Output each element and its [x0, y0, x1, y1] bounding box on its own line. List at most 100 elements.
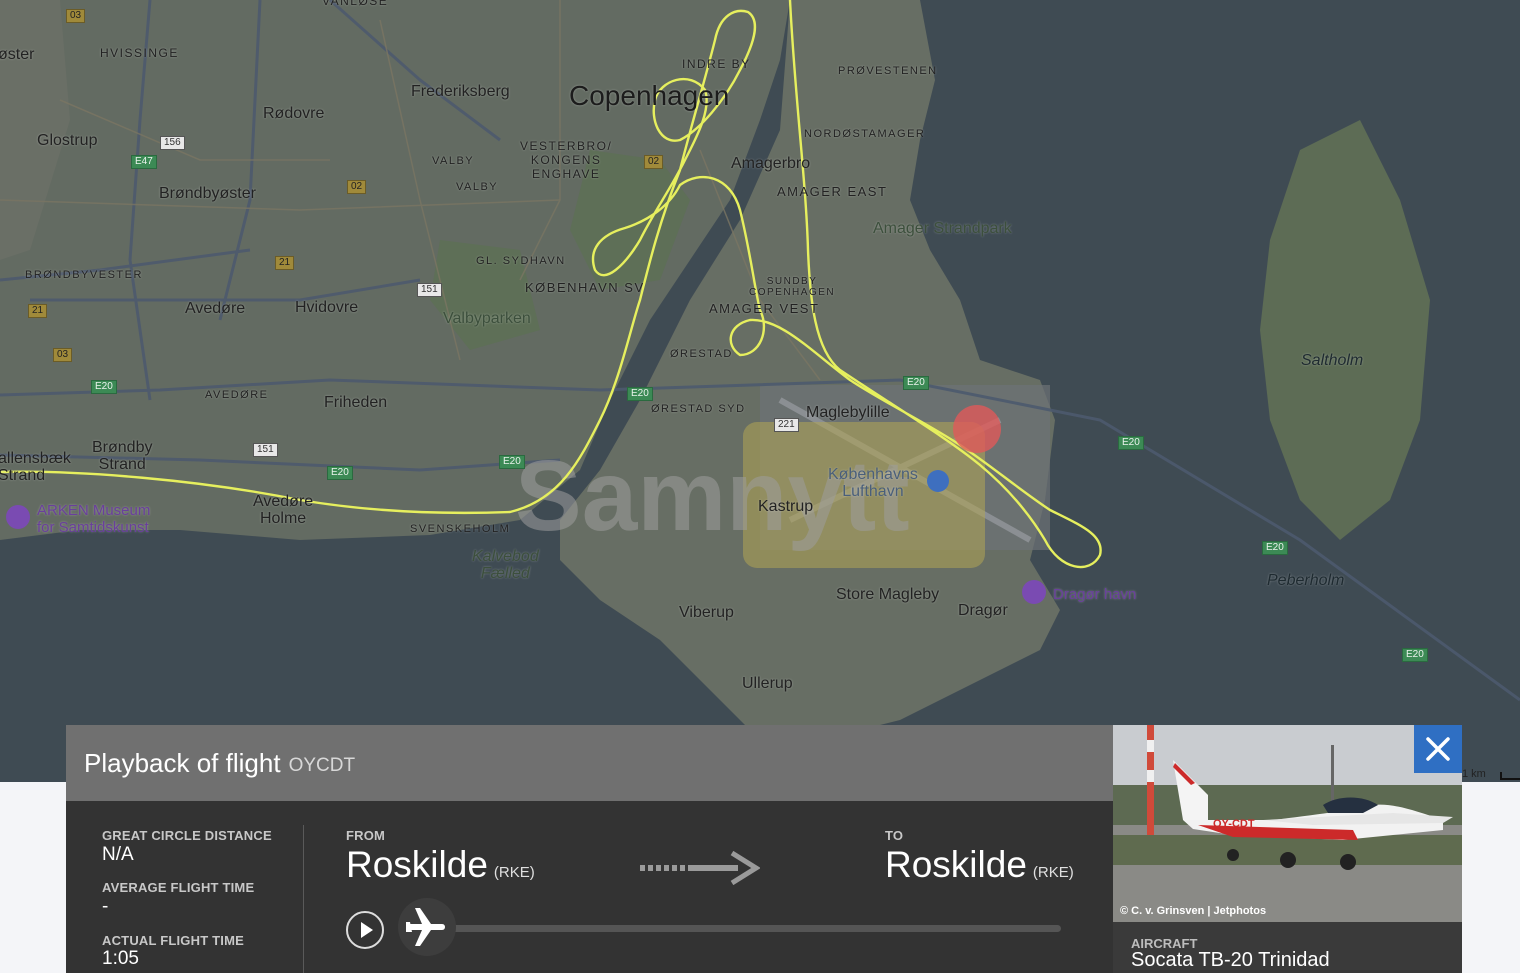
panel-title: Playback of flight — [84, 747, 281, 778]
label-kalvebod: Kalvebod Fælled — [472, 548, 539, 582]
label-valbyparken: Valbyparken — [443, 310, 531, 327]
label-copenhagen: Copenhagen — [569, 80, 730, 111]
label-orestad: ØRESTAD — [670, 348, 733, 360]
label-orestad-syd: ØRESTAD SYD — [651, 403, 746, 415]
actual-flight-time-label: ACTUAL FLIGHT TIME — [102, 933, 245, 948]
label-brondby-strand: Brøndby Strand — [92, 439, 153, 473]
road-shield: 02 — [347, 180, 367, 194]
label-viberup: Viberup — [679, 604, 734, 621]
aircraft-photo[interactable]: OY-CDT — [1113, 725, 1462, 922]
avg-flight-time-value: - — [102, 896, 109, 917]
playback-progress-track[interactable] — [431, 925, 1061, 932]
label-peberholm: Peberholm — [1267, 572, 1345, 589]
playback-panel: Playback of flight OYCDT GREAT CIRCLE DI… — [66, 725, 1113, 973]
map-scale-label: 1 km — [1462, 768, 1486, 780]
great-circle-value: N/A — [102, 844, 134, 865]
label-kobenhavns-lufthavn: Københavns Lufthavn — [828, 466, 918, 500]
label-dragor-havn[interactable]: Dragør havn — [1053, 586, 1136, 603]
to-airport: Roskilde (RKE) — [885, 844, 1074, 886]
label-saltholm: Saltholm — [1301, 352, 1364, 369]
label-avedore-holme: Avedøre Holme — [253, 493, 314, 527]
play-button[interactable] — [346, 911, 384, 949]
panel-header: Playback of flight OYCDT — [66, 725, 1113, 801]
label-amager-strandpark: Amager Strandpark — [873, 220, 1012, 237]
flight-registration: OYCDT — [288, 755, 356, 776]
road-shield: 21 — [275, 256, 295, 270]
label-provestenen: PRØVESTENEN — [838, 65, 938, 77]
label-friheden: Friheden — [324, 394, 388, 411]
label-sundby: SUNDBY COPENHAGEN — [749, 276, 836, 298]
label-store-magleby: Store Magleby — [836, 586, 940, 603]
from-code: (RKE) — [493, 864, 535, 881]
label-nordostamager: NORDØSTAMAGER — [804, 128, 926, 140]
road-shield: E20 — [1118, 436, 1144, 450]
airplane-icon — [406, 908, 445, 946]
road-shield: 03 — [53, 348, 73, 362]
label-rodovre: Rødovre — [263, 105, 325, 122]
road-shield: E20 — [499, 455, 525, 469]
road-shield: 151 — [253, 443, 278, 457]
road-shield: E20 — [627, 387, 653, 401]
label-kobenhavn-sv: KØBENHAVN SV — [525, 280, 645, 295]
road-shield: E20 — [1262, 541, 1288, 555]
label-arken[interactable]: ARKEN Museum for Samtidskunst — [37, 502, 150, 536]
avg-flight-time-label: AVERAGE FLIGHT TIME — [102, 880, 255, 895]
actual-flight-time-value: 1:05 — [102, 948, 139, 969]
label-valby-2: VALBY — [456, 181, 499, 193]
label-valby-1: VALBY — [432, 155, 475, 167]
label-oster: øster — [0, 46, 35, 63]
road-shield: 02 — [644, 155, 664, 169]
label-avedore-district: AVEDØRE — [205, 389, 269, 401]
label-amagerbro: Amagerbro — [731, 155, 811, 172]
aircraft-photo-panel: OY-CDT © C. v. Grinsven | Jetphotos AIRC… — [1113, 725, 1462, 973]
road-shield: 221 — [774, 418, 799, 432]
road-shield: 151 — [417, 283, 442, 297]
play-icon — [361, 922, 373, 938]
photo-credit: © C. v. Grinsven | Jetphotos — [1120, 905, 1267, 917]
road-shield: E20 — [1402, 648, 1428, 662]
label-hvissinge: HVISSINGE — [100, 46, 179, 60]
label-svenskeholm: SVENSKEHOLM — [410, 523, 511, 535]
label-amager-vest: AMAGER VEST — [709, 301, 820, 316]
label-indre-by: INDRE BY — [682, 57, 751, 71]
to-city: Roskilde — [885, 844, 1027, 885]
road-shield: E20 — [903, 376, 929, 390]
to-code: (RKE) — [1032, 864, 1074, 881]
road-shield: E47 — [131, 155, 157, 169]
label-maglebylille: Maglebylille — [806, 404, 890, 421]
great-circle-label: GREAT CIRCLE DISTANCE — [102, 828, 272, 843]
from-label: FROM — [346, 828, 386, 843]
from-airport: Roskilde (RKE) — [346, 844, 535, 886]
label-hvidovre: Hvidovre — [295, 299, 359, 316]
from-city: Roskilde — [346, 844, 488, 885]
road-shield: 156 — [160, 136, 185, 150]
label-amager-east: AMAGER EAST — [777, 184, 888, 199]
label-brondbyoster: Brøndbyøster — [159, 185, 256, 202]
road-shield: E20 — [327, 466, 353, 480]
road-shield: 21 — [28, 304, 48, 318]
map-scale-bar — [1500, 772, 1520, 780]
aircraft-info: AIRCRAFT Socata TB-20 Trinidad — [1113, 922, 1462, 973]
to-label: TO — [885, 828, 904, 843]
label-avedore: Avedøre — [185, 300, 246, 317]
arrow-right-icon — [640, 851, 760, 885]
svg-text:OY-CDT: OY-CDT — [1213, 818, 1255, 830]
label-brondbyvester: BRØNDBYVESTER — [25, 269, 143, 281]
close-icon — [1426, 737, 1450, 761]
panel-divider — [303, 825, 304, 973]
label-vanlose: VANLØSE — [322, 0, 389, 8]
label-glostrup: Glostrup — [37, 132, 98, 149]
playback-scrubber[interactable] — [398, 898, 456, 956]
close-button[interactable] — [1414, 725, 1462, 773]
label-kastrup: Kastrup — [758, 498, 814, 515]
label-frederiksberg: Frederiksberg — [411, 83, 510, 100]
label-ullerup: Ullerup — [742, 675, 793, 692]
aircraft-type: Socata TB-20 Trinidad — [1131, 949, 1330, 971]
label-dragor: Dragør — [958, 602, 1008, 619]
label-allensbaek: allensbæk Strand — [0, 450, 71, 484]
road-shield: E20 — [91, 380, 117, 394]
road-shield: 03 — [66, 9, 86, 23]
label-sydhavn: GL. SYDHAVN — [476, 255, 566, 267]
map-view[interactable]: Samnytt VANLØSE øster HVISSINGE Glostrup… — [0, 0, 1520, 782]
label-vesterbro: VESTERBRO/ KONGENS ENGHAVE — [520, 139, 613, 181]
